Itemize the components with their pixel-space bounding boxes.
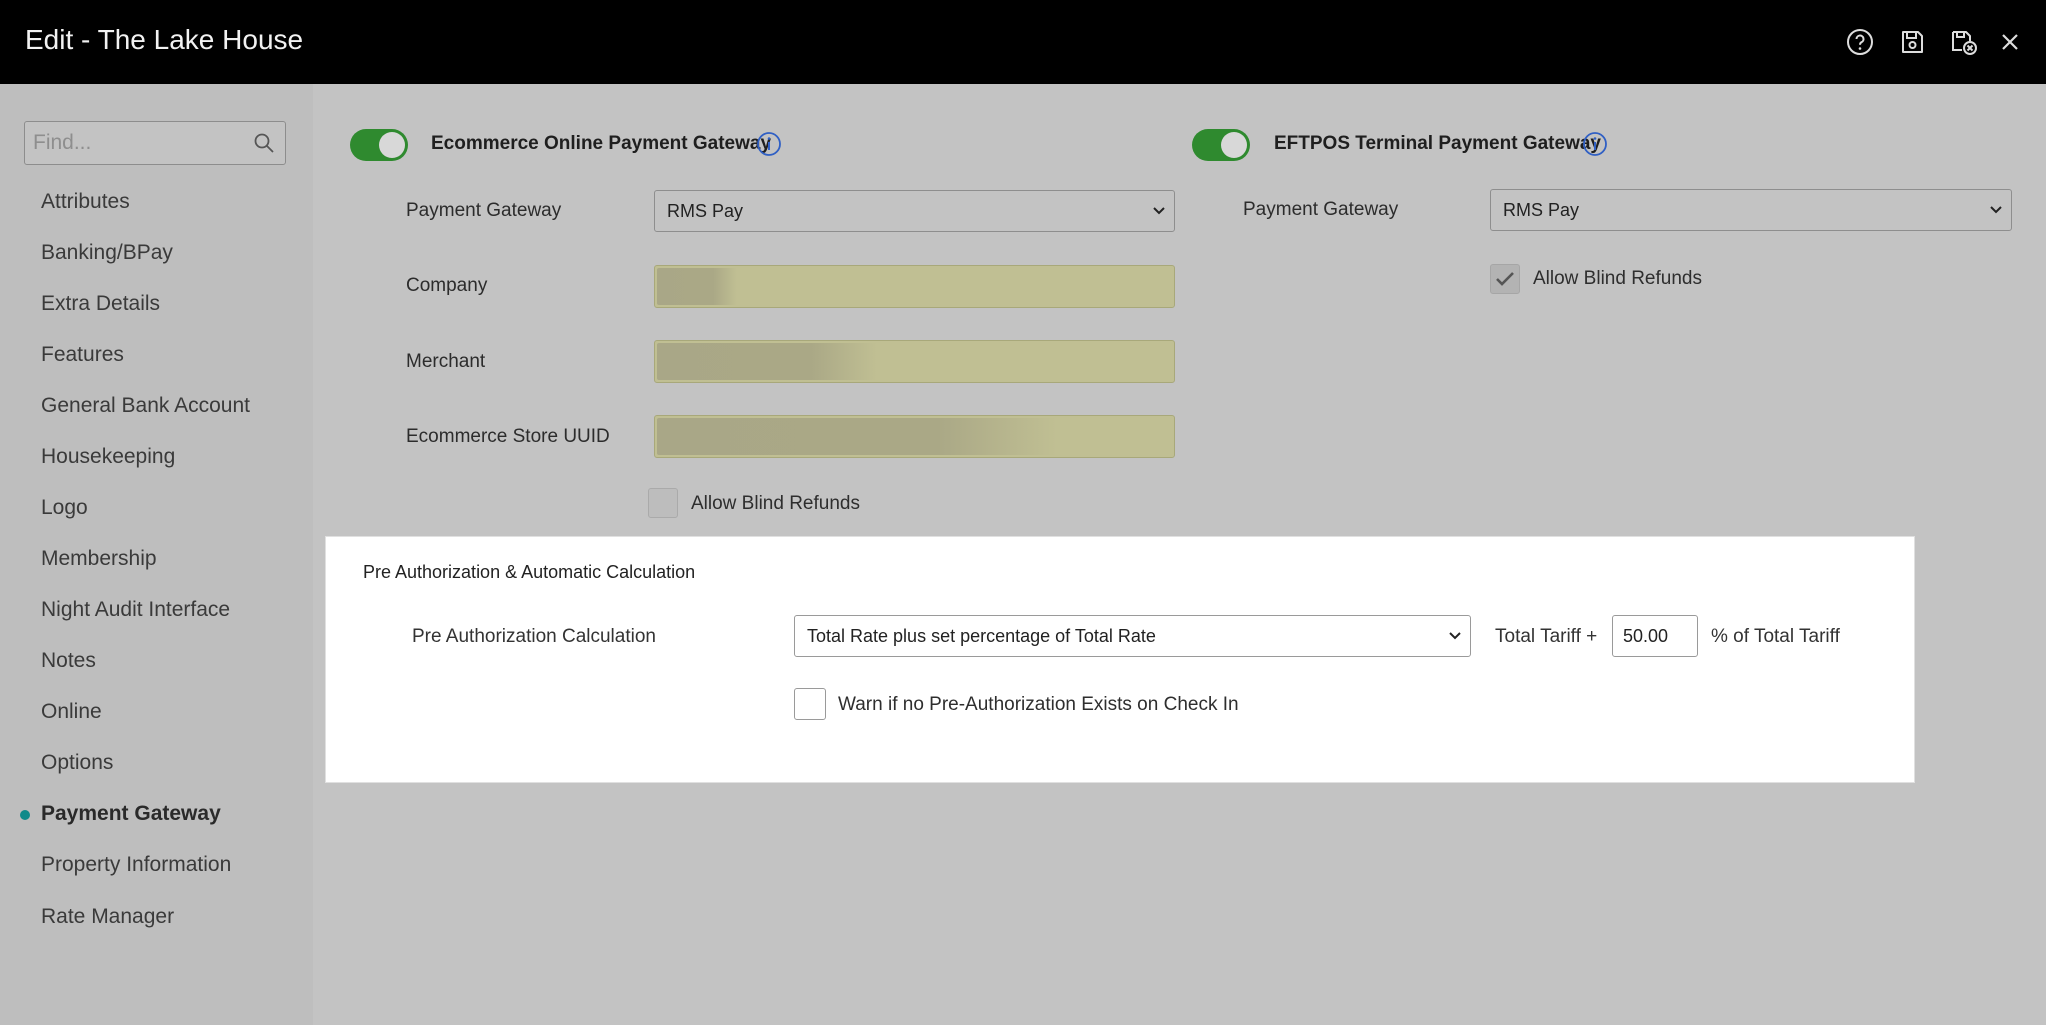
help-icon — [1847, 29, 1873, 55]
header-bar: Edit - The Lake House — [0, 0, 2046, 84]
store-uuid-label: Ecommerce Store UUID — [406, 426, 610, 447]
chevron-down-icon — [1449, 632, 1461, 640]
sidebar-item-membership[interactable]: Membership — [41, 544, 157, 574]
info-icon[interactable] — [1582, 131, 1608, 157]
eftpos-allow-blind-refunds-label: Allow Blind Refunds — [1533, 268, 1702, 289]
ecommerce-allow-blind-refunds-label: Allow Blind Refunds — [691, 493, 860, 514]
preauth-calc-label: Pre Authorization Calculation — [412, 626, 656, 647]
company-label: Company — [406, 275, 488, 296]
sidebar-item-logo[interactable]: Logo — [41, 493, 88, 523]
preauth-calc-value: Total Rate plus set percentage of Total … — [807, 626, 1156, 646]
eftpos-gateway-title: EFTPOS Terminal Payment Gateway — [1274, 133, 1601, 154]
active-indicator-dot — [20, 810, 30, 820]
sidebar-item-night-audit-interface[interactable]: Night Audit Interface — [41, 595, 230, 625]
ecommerce-payment-gateway-label: Payment Gateway — [406, 200, 562, 221]
sidebar-item-rate-manager[interactable]: Rate Manager — [41, 902, 174, 932]
search-box — [24, 121, 286, 165]
save-button[interactable] — [1894, 24, 1930, 60]
sidebar-item-housekeeping[interactable]: Housekeeping — [41, 442, 175, 472]
save-icon — [1902, 31, 1923, 53]
sidebar-item-general-bank-account[interactable]: General Bank Account — [41, 391, 250, 421]
eftpos-payment-gateway-select[interactable]: RMS Pay — [1490, 189, 2012, 231]
save-close-icon — [1952, 31, 1977, 55]
eftpos-gateway-toggle[interactable] — [1192, 129, 1250, 161]
ecommerce-allow-blind-refunds-checkbox[interactable] — [648, 488, 678, 518]
chevron-down-icon — [1153, 207, 1165, 215]
close-button[interactable] — [1992, 24, 2028, 60]
eftpos-payment-gateway-value: RMS Pay — [1503, 200, 1580, 220]
ecommerce-gateway-title: Ecommerce Online Payment Gateway — [431, 133, 772, 154]
sidebar-item-banking-bpay[interactable]: Banking/BPay — [41, 238, 173, 268]
sidebar-item-property-information[interactable]: Property Information — [41, 850, 231, 880]
warn-no-preauth-label: Warn if no Pre-Authorization Exists on C… — [838, 694, 1239, 715]
merchant-input[interactable] — [654, 340, 1175, 383]
main-content: Ecommerce Online Payment Gateway Payment… — [313, 84, 2046, 1025]
eftpos-payment-gateway-label: Payment Gateway — [1243, 199, 1399, 220]
ecommerce-payment-gateway-value: RMS Pay — [667, 201, 744, 221]
save-and-close-button[interactable] — [1946, 24, 1982, 60]
redacted-value — [657, 343, 877, 380]
help-button[interactable] — [1842, 24, 1878, 60]
warn-no-preauth-checkbox[interactable] — [794, 688, 826, 720]
sidebar-item-payment-gateway[interactable]: Payment Gateway — [41, 799, 221, 829]
window-title: Edit - The Lake House — [25, 24, 304, 55]
toggle-knob — [379, 132, 405, 158]
tariff-percentage-input[interactable]: 50.00 — [1612, 615, 1698, 657]
redacted-value — [657, 418, 1057, 455]
sidebar-item-online[interactable]: Online — [41, 697, 102, 727]
store-uuid-input[interactable] — [654, 415, 1175, 458]
sidebar-item-attributes[interactable]: Attributes — [41, 187, 130, 217]
preauth-panel: Pre Authorization & Automatic Calculatio… — [325, 536, 1915, 783]
sidebar-item-options[interactable]: Options — [41, 748, 113, 778]
sidebar-item-notes[interactable]: Notes — [41, 646, 96, 676]
chevron-down-icon — [1990, 206, 2002, 214]
tariff-suffix-label: % of Total Tariff — [1711, 626, 1840, 647]
ecommerce-gateway-toggle[interactable] — [350, 129, 408, 161]
sidebar-item-features[interactable]: Features — [41, 340, 124, 370]
sidebar: Attributes Banking/BPay Extra Details Fe… — [0, 84, 313, 1025]
company-input[interactable] — [654, 265, 1175, 308]
sidebar-item-extra-details[interactable]: Extra Details — [41, 289, 160, 319]
eftpos-allow-blind-refunds-checkbox[interactable] — [1490, 264, 1520, 294]
tariff-prefix-label: Total Tariff + — [1495, 626, 1598, 647]
checkmark-icon — [1496, 272, 1514, 286]
search-icon[interactable] — [253, 132, 275, 154]
preauth-calc-select[interactable]: Total Rate plus set percentage of Total … — [794, 615, 1471, 657]
preauth-title: Pre Authorization & Automatic Calculatio… — [363, 562, 696, 582]
search-input[interactable] — [25, 122, 245, 164]
close-icon — [2002, 34, 2018, 50]
toggle-knob — [1221, 132, 1247, 158]
ecommerce-payment-gateway-select[interactable]: RMS Pay — [654, 190, 1175, 232]
merchant-label: Merchant — [406, 351, 486, 372]
info-icon[interactable] — [756, 131, 782, 157]
redacted-value — [657, 268, 737, 305]
app-window: Edit - The Lake House Find... Attributes… — [0, 0, 2046, 1025]
